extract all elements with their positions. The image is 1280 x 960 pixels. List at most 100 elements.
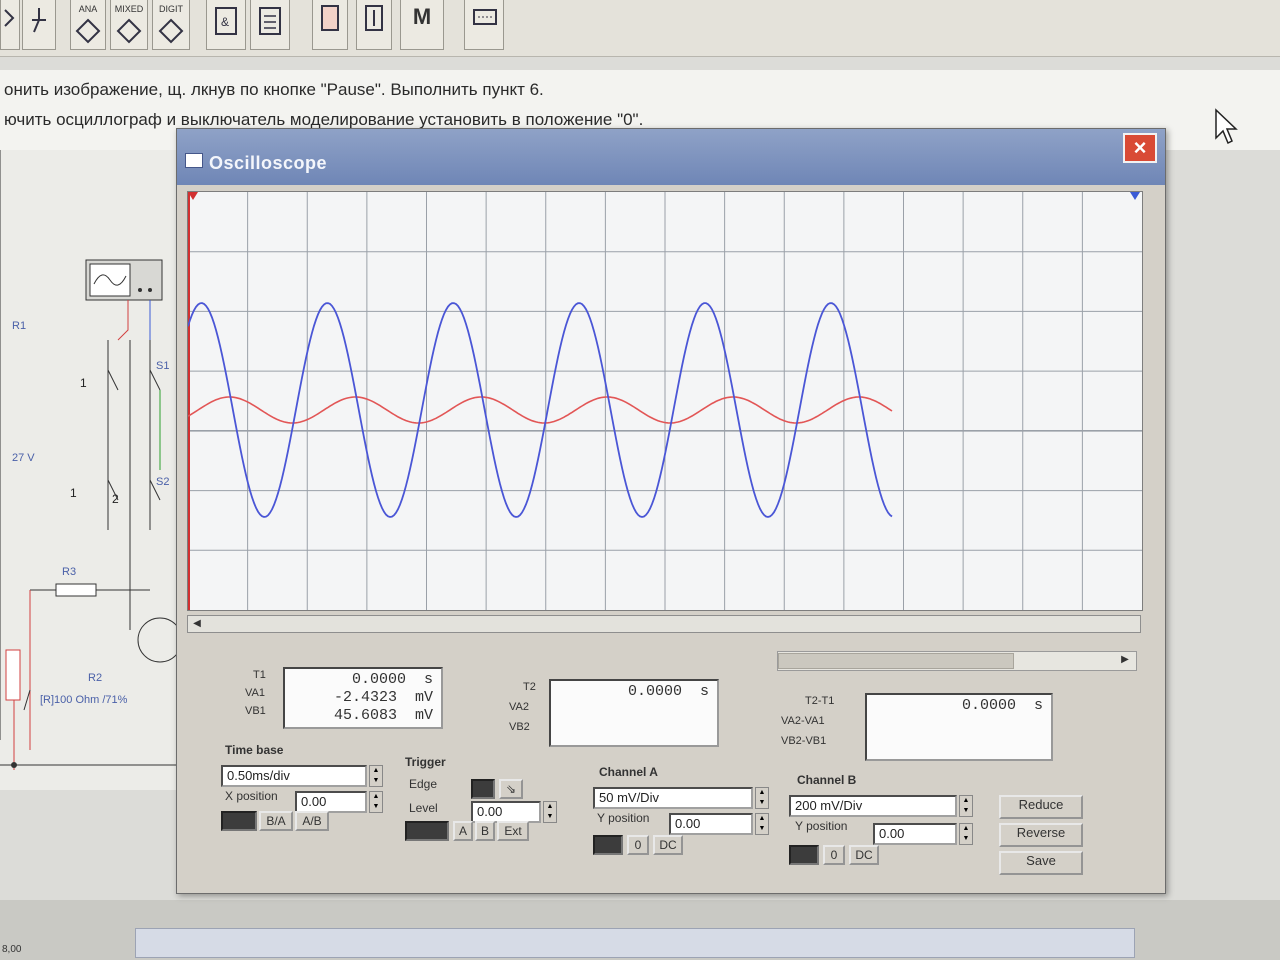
- partial-icon: [4, 9, 15, 27]
- time-base-field[interactable]: 0.50ms/div: [221, 765, 367, 787]
- scroll-left-arrow-icon[interactable]: ◀: [188, 616, 206, 632]
- channel-a-title: Channel A: [599, 765, 658, 779]
- svg-text:&: &: [221, 15, 229, 29]
- time-scrollbar[interactable]: ▶: [777, 651, 1137, 671]
- channel-b-zero-button[interactable]: 0: [823, 845, 845, 865]
- channel-a-scale-spinner[interactable]: ▲ ▼: [755, 787, 769, 809]
- channel-a-zero-button[interactable]: 0: [627, 835, 649, 855]
- channel-a-y-position-label: Y position: [597, 811, 650, 825]
- channel-a-dc-button[interactable]: DC: [653, 835, 683, 855]
- channel-b-y-position-field[interactable]: 0.00: [873, 823, 957, 845]
- toolbar-button-indicator-2[interactable]: [356, 0, 392, 50]
- channel-b-dc-button[interactable]: DC: [849, 845, 879, 865]
- toolbar-label-mixed: MIXED: [114, 4, 144, 14]
- label-va2: VA2: [509, 701, 529, 713]
- trigger-source-b-button[interactable]: B: [475, 821, 495, 841]
- label-t2: T2: [523, 681, 536, 693]
- misc-icon: M: [412, 4, 432, 29]
- channel-b-y-position-spinner[interactable]: ▲ ▼: [959, 823, 973, 845]
- instruction-line-1: онить изображение, щ. лкнув по кнопке "P…: [4, 80, 544, 99]
- label-t1: T1: [253, 669, 266, 681]
- toolbar-button-component[interactable]: &: [206, 0, 246, 50]
- channel-b-ac-button[interactable]: [789, 845, 819, 865]
- toolbar-button-indicator[interactable]: [312, 0, 348, 50]
- trigger-source-a-button[interactable]: A: [453, 821, 473, 841]
- label-r1: R1: [12, 320, 27, 332]
- t1-value: 0.0000 s: [351, 671, 433, 688]
- oscilloscope-window[interactable]: Oscilloscope × ◀ ▶ T1 VA1 VB1 0.0000 s -…: [176, 128, 1166, 894]
- scroll-right-arrow-icon[interactable]: ▶: [1116, 652, 1134, 668]
- taskbar-item[interactable]: [135, 928, 1135, 958]
- label-r2-description: [R]100 Ohm /71%: [40, 694, 128, 706]
- va1-value: -2.4323 mV: [333, 689, 433, 706]
- label-r3: R3: [62, 566, 77, 578]
- channel-a-y-position-spinner[interactable]: ▲ ▼: [755, 813, 769, 835]
- time-base-spinner[interactable]: ▲ ▼: [369, 765, 383, 787]
- x-position-spinner[interactable]: ▲ ▼: [369, 791, 383, 813]
- label-vb2: VB2: [509, 721, 530, 733]
- oscilloscope-titlebar[interactable]: Oscilloscope ×: [177, 129, 1165, 185]
- time-base-mode-y-t-button[interactable]: [221, 811, 257, 831]
- component2-icon: [259, 7, 281, 35]
- label-va2-va1: VA2-VA1: [781, 715, 825, 727]
- label-node-1b: 1: [70, 486, 77, 500]
- source-icon: [32, 8, 46, 33]
- toolbar-button-more[interactable]: [464, 0, 504, 50]
- level-field[interactable]: 0.00: [471, 801, 541, 823]
- component-icon: &: [215, 7, 237, 35]
- label-va1: VA1: [245, 687, 265, 699]
- level-label: Level: [409, 801, 438, 815]
- channel-b-scale-field[interactable]: 200 mV/Div: [789, 795, 957, 817]
- trigger-source-auto-button[interactable]: [405, 821, 449, 841]
- label-node-1a: 1: [80, 376, 87, 390]
- time-base-mode-b-a-button[interactable]: B/A: [259, 811, 293, 831]
- toolbar-label-digital: DIGIT: [159, 4, 183, 14]
- delta-readout: 0.0000 s: [865, 693, 1053, 761]
- cursor1-readout: 0.0000 s -2.4323 mV 45.6083 mV: [283, 667, 443, 729]
- label-s1: S1: [156, 360, 170, 372]
- x-position-field[interactable]: 0.00: [295, 791, 367, 813]
- label-vb1: VB1: [245, 705, 266, 717]
- save-button[interactable]: Save: [999, 851, 1083, 875]
- channel-b-scale-spinner[interactable]: ▲ ▼: [959, 795, 973, 817]
- trigger-source-ext-button[interactable]: Ext: [497, 821, 529, 841]
- close-button[interactable]: ×: [1123, 133, 1157, 163]
- level-spinner[interactable]: ▲ ▼: [543, 801, 557, 823]
- digital-icon: [158, 18, 184, 44]
- channel-b-y-position-label: Y position: [795, 819, 848, 833]
- indicator-icon: [321, 5, 339, 31]
- edge-label: Edge: [409, 777, 438, 791]
- toolbar-button-partial[interactable]: [0, 0, 20, 50]
- t2-t1-value: 0.0000 s: [961, 697, 1043, 714]
- main-toolbar: ANA MIXED DIGIT & M: [0, 0, 1280, 57]
- edge-rising-button[interactable]: [471, 779, 495, 799]
- channel-a-ac-button[interactable]: [593, 835, 623, 855]
- window-title: Oscilloscope: [209, 153, 328, 173]
- analog-icon: [75, 18, 101, 44]
- edge-falling-button[interactable]: ⇘: [499, 779, 523, 799]
- x-position-label: X position: [225, 789, 278, 803]
- channel-a-scale-field[interactable]: 50 mV/Div: [593, 787, 753, 809]
- oscilloscope-screen[interactable]: [187, 191, 1143, 611]
- toolbar-button-component-2[interactable]: [250, 0, 290, 50]
- toolbar-button-analog[interactable]: ANA: [70, 0, 106, 50]
- scrollbar-thumb[interactable]: [778, 653, 1014, 669]
- time-base-mode-a-b-button[interactable]: A/B: [295, 811, 329, 831]
- more-icon: [473, 9, 497, 25]
- reverse-button[interactable]: Reverse: [999, 823, 1083, 847]
- label-t2-t1: T2-T1: [805, 695, 835, 707]
- toolbar-button-digital[interactable]: DIGIT: [152, 0, 190, 50]
- channel-a-y-position-field[interactable]: 0.00: [669, 813, 753, 835]
- screen-scrollbar[interactable]: ◀: [187, 615, 1141, 633]
- mixed-icon: [116, 18, 142, 44]
- label-node-2: 2: [112, 492, 119, 506]
- reduce-button[interactable]: Reduce: [999, 795, 1083, 819]
- toolbar-button-mixed[interactable]: MIXED: [110, 0, 148, 50]
- label-vb2-vb1: VB2-VB1: [781, 735, 827, 747]
- scope-display: [188, 192, 1142, 610]
- label-voltage: 27 V: [12, 452, 35, 464]
- toolbar-button-misc[interactable]: M: [400, 0, 444, 50]
- toolbar-label-analog: ANA: [78, 4, 98, 14]
- toolbar-button-source[interactable]: [22, 0, 56, 50]
- mouse-pointer-icon: [1215, 108, 1238, 145]
